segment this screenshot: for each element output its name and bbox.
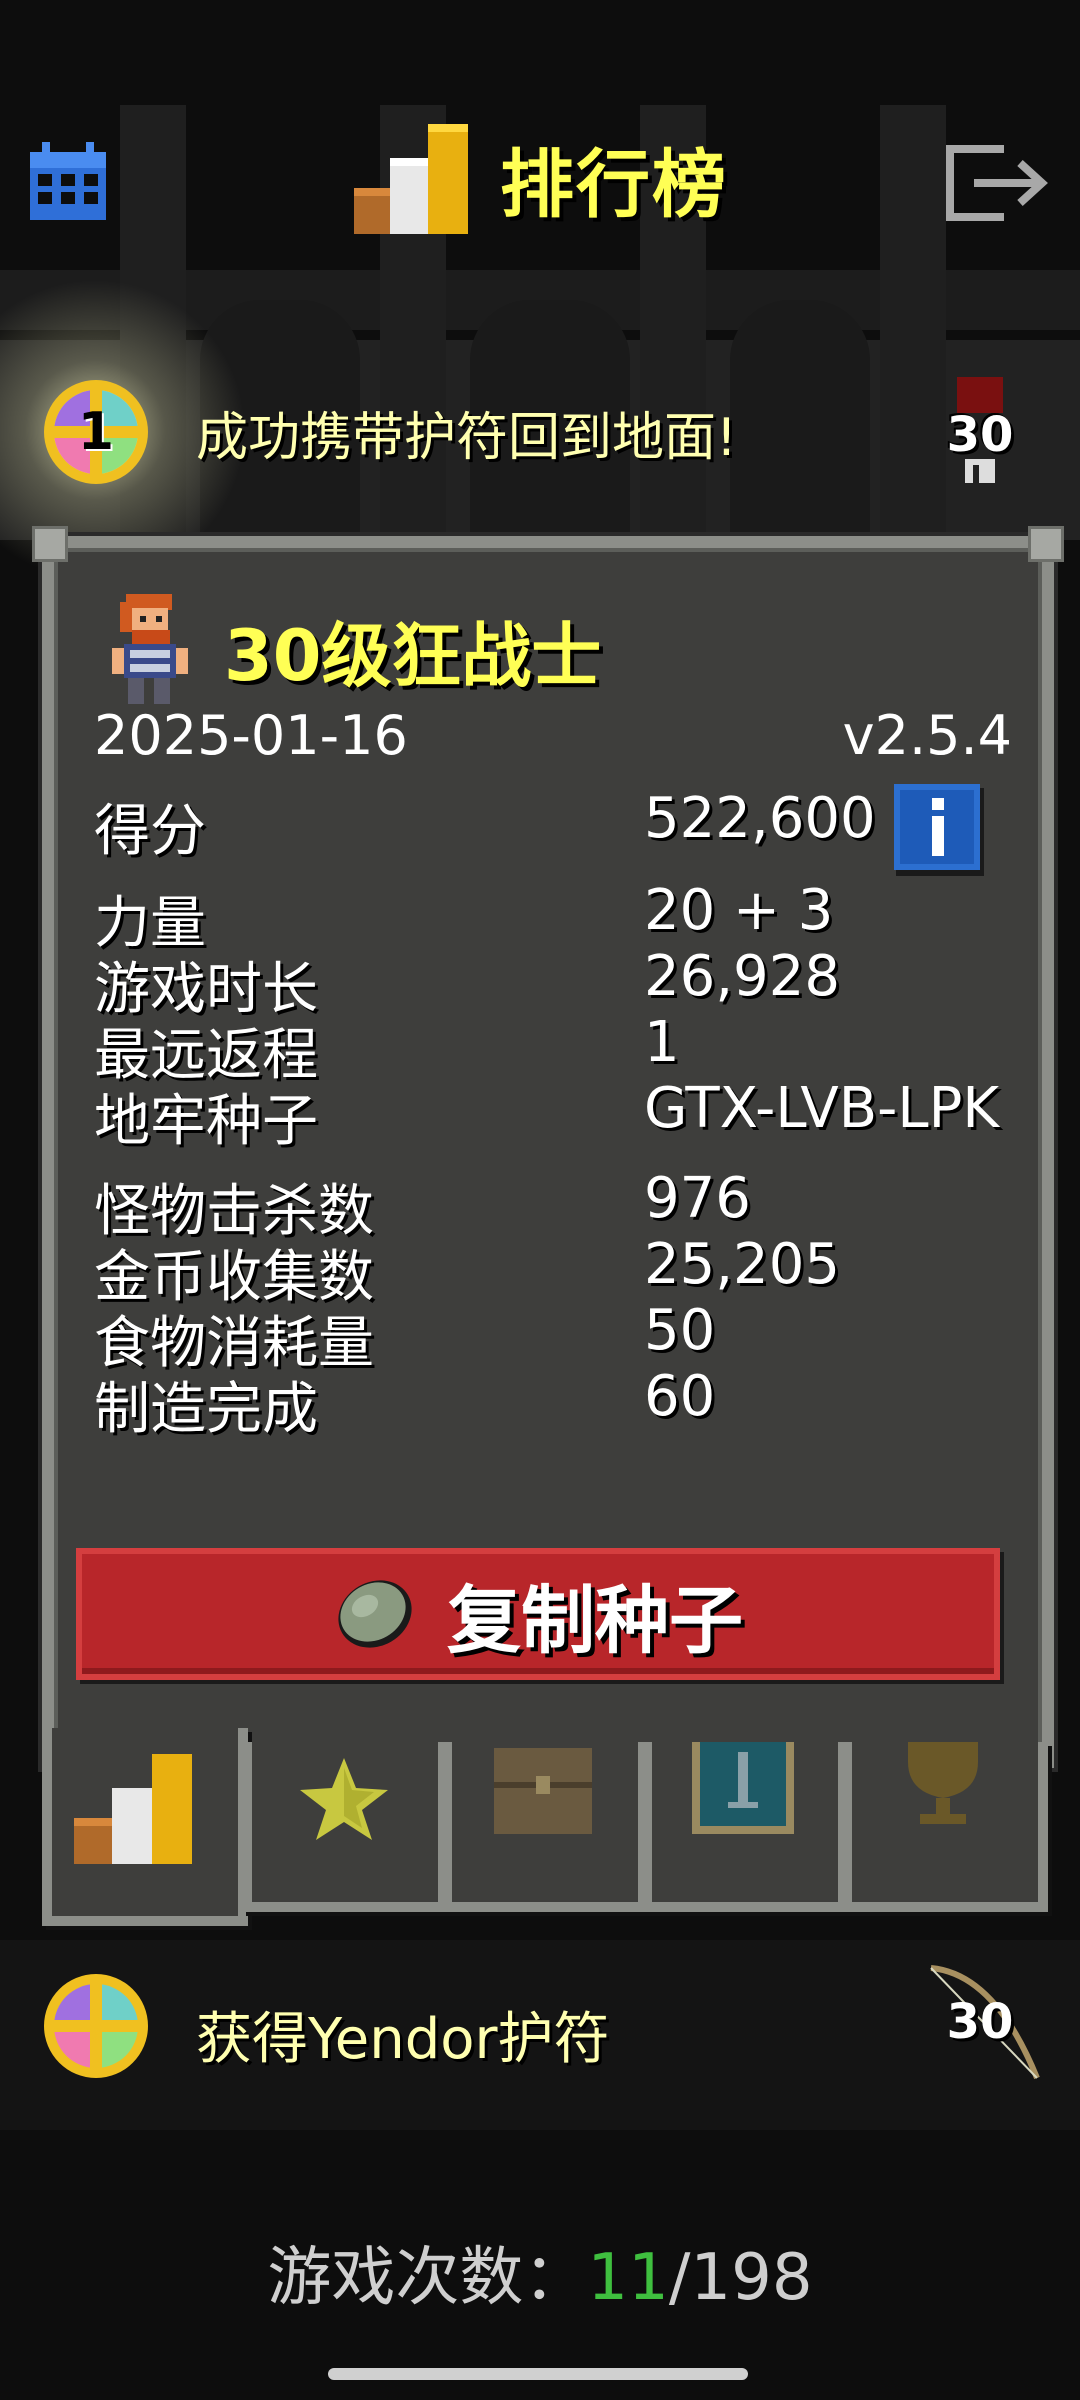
copy-seed-label: 复制种子 [447, 1577, 743, 1664]
amulet-medal-icon: 1 [40, 376, 152, 488]
badge-text: 获得Yendor护符 [196, 2007, 610, 2072]
copy-seed-button[interactable]: 复制种子 [76, 1548, 1000, 1680]
exit-icon[interactable] [944, 143, 1054, 223]
seed-icon [338, 1580, 412, 1648]
tab-badges[interactable] [242, 1742, 448, 1912]
stat-value-farthest-return: 1 [644, 1010, 680, 1075]
badge-row[interactable]: 1 成功携带护符回到地面! 30 [0, 372, 1080, 492]
stat-value-strength: 20 + 3 [644, 878, 834, 943]
podium-icon [354, 124, 468, 234]
berserker-avatar-icon [112, 594, 188, 704]
page-title: 排行榜 [500, 141, 728, 228]
depth-number: 30 [946, 1994, 1014, 2050]
info-icon [894, 784, 984, 876]
stat-value-gold: 25,205 [644, 1232, 840, 1297]
badge-text: 成功携带护符回到地面! [196, 407, 737, 468]
info-button[interactable] [892, 784, 988, 880]
record-tabs [42, 1728, 1048, 1926]
games-played: 游戏次数：11/198 [0, 2226, 1080, 2318]
calendar-icon[interactable] [26, 140, 110, 224]
sword-card-icon [692, 1742, 794, 1834]
star-icon [300, 1758, 388, 1840]
games-played-total: /198 [668, 2241, 813, 2315]
hero-header: 30级狂战士 [104, 590, 601, 710]
stat-value-score: 522,600 [644, 786, 876, 851]
stat-value-seed: GTX-LVB-LPK [644, 1076, 1000, 1141]
record-panel: 30级狂战士 2025-01-16 v2.5.4 得分 522,600 力量 2… [32, 526, 1064, 1768]
leaderboard-title: 排行榜 [350, 118, 728, 238]
chest-icon [494, 1748, 592, 1834]
game-version: v2.5.4 [842, 704, 1012, 767]
record-date: 2025-01-16 [94, 704, 408, 767]
amulet-icon [40, 1970, 152, 2082]
depth-indicator: 30 [925, 1954, 1045, 2084]
badge-row[interactable]: 获得Yendor护符 30 [0, 1965, 1080, 2090]
panel-corner [32, 526, 68, 562]
tab-items[interactable] [442, 1742, 648, 1912]
panel-corner [1028, 526, 1064, 562]
games-played-label: 游戏次数： [267, 2241, 588, 2315]
games-played-runs: 11 [587, 2241, 669, 2315]
depth-indicator: 30 [935, 377, 1025, 487]
stat-label-score: 得分 [94, 799, 206, 864]
medal-number: 1 [77, 402, 115, 462]
tab-talents[interactable] [642, 1742, 848, 1912]
home-indicator[interactable] [328, 2368, 748, 2380]
podium-icon [74, 1754, 192, 1864]
stat-label-crafted: 制造完成 [94, 1377, 318, 1442]
tab-stats[interactable] [42, 1728, 248, 1926]
stat-value-food: 50 [644, 1298, 716, 1363]
stat-value-crafted: 60 [644, 1364, 716, 1429]
tab-rankings[interactable] [842, 1742, 1048, 1912]
meta-row: 2025-01-16 v2.5.4 [94, 704, 1012, 774]
trophy-icon [908, 1742, 978, 1824]
stat-label-seed: 地牢种子 [94, 1089, 318, 1154]
top-bar: 排行榜 [0, 0, 1080, 260]
stat-value-kills: 976 [644, 1166, 751, 1231]
depth-number: 30 [946, 407, 1014, 463]
stat-value-play-time: 26,928 [644, 944, 840, 1009]
hero-title: 30级狂战士 [224, 614, 602, 697]
